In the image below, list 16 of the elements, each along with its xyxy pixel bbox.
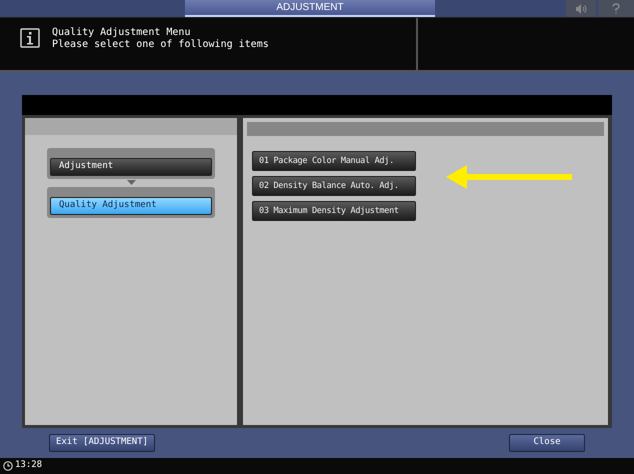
message-text: Please select one of following items xyxy=(52,39,269,51)
close-button[interactable]: Close xyxy=(509,434,585,452)
menu-level-button[interactable]: Quality Adjustment xyxy=(50,196,212,214)
adjustment-item-button[interactable]: 02 Density Balance Auto. Adj. xyxy=(252,176,416,196)
speaker-icon[interactable] xyxy=(566,0,596,17)
help-icon[interactable] xyxy=(598,0,634,17)
menu-level-button[interactable]: Adjustment xyxy=(50,158,212,176)
window-title: ADJUSTMENT xyxy=(185,0,435,17)
adjustment-item-button[interactable]: 01 Package Color Manual Adj. xyxy=(252,151,416,171)
clock-time: 13:28 xyxy=(15,459,42,472)
clock-icon xyxy=(3,461,13,471)
exit-button[interactable]: Exit [ADJUSTMENT] xyxy=(49,434,155,452)
message-text: Quality Adjustment Menu xyxy=(52,27,192,39)
down-arrow-icon xyxy=(126,180,136,186)
info-icon xyxy=(20,28,40,48)
adjustment-item-button[interactable]: 03 Maximum Density Adjustment xyxy=(252,201,416,221)
